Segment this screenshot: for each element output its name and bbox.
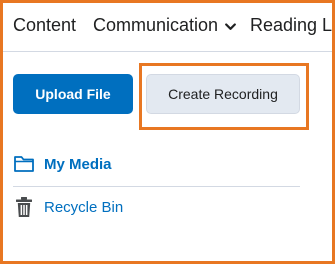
folder-icon [13, 153, 35, 175]
tab-content[interactable]: Content [13, 14, 76, 36]
tab-communication-label: Communication [93, 15, 219, 35]
chevron-down-icon [225, 14, 236, 36]
trash-icon [13, 196, 35, 218]
my-media-label: My Media [44, 155, 112, 173]
tab-communication[interactable]: Communication [93, 14, 236, 36]
recycle-bin-link[interactable]: Recycle Bin [13, 196, 123, 218]
create-recording-button[interactable]: Create Recording [146, 74, 300, 114]
divider [13, 186, 300, 187]
tab-reading-list[interactable]: Reading Lis [250, 14, 332, 36]
upload-file-button[interactable]: Upload File [13, 74, 133, 114]
my-media-link[interactable]: My Media [13, 153, 112, 175]
course-navbar: Content Communication Reading Lis [3, 3, 332, 52]
app-frame: Content Communication Reading Lis Upload… [0, 0, 335, 264]
recycle-bin-label: Recycle Bin [44, 198, 124, 216]
